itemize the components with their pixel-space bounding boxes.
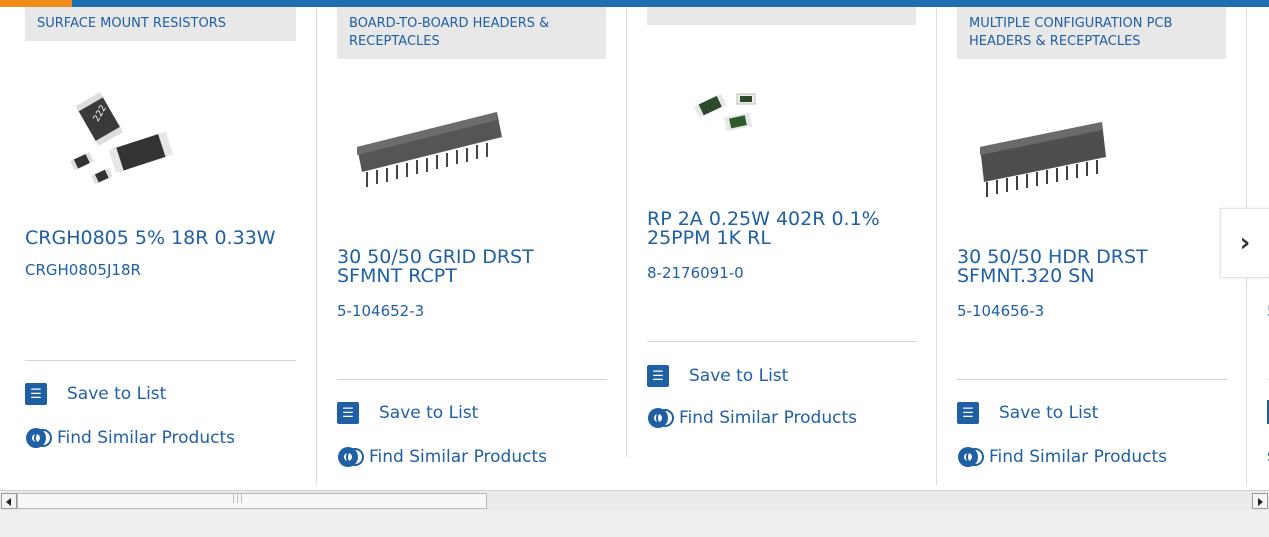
product-card: RP 2A 0.25W 402R 0.1% 25PPM 1K RL 8-2176… (626, 7, 937, 457)
product-card: BOARD-TO-BOARD HEADERS & RECEPTACLES 30 … (316, 7, 627, 485)
product-title[interactable]: CRGH0805 5% 18R 0.33W (25, 229, 290, 248)
find-similar-button[interactable]: Find Similar Products (337, 446, 547, 468)
similar-products-icon (648, 408, 674, 428)
product-card: SURFACE MOUNT RESISTORS 222 CRGH0805 5% … (25, 7, 296, 485)
product-image[interactable]: 222 (45, 77, 205, 187)
product-card: MULTIPLE CONFIGURATION PCB HEADERS & REC… (936, 7, 1247, 485)
divider (647, 341, 917, 342)
divider (957, 379, 1227, 380)
save-to-list-button[interactable]: ☰ Save to List (647, 365, 788, 387)
find-similar-button[interactable]: Find Similar Products (647, 407, 857, 429)
save-to-list-label: Save to List (67, 384, 167, 404)
save-to-list-button[interactable]: ☰ Save to List (337, 402, 478, 424)
product-part-number[interactable]: CRGH0805J18R (25, 261, 141, 279)
save-to-list-button[interactable]: ☰ Save to List (25, 383, 166, 405)
product-category[interactable]: BOARD-TO-BOARD HEADERS & RECEPTACLES (337, 7, 606, 59)
divider (337, 379, 607, 380)
checklist-icon: ☰ (337, 402, 359, 424)
chevron-right-icon: › (1239, 228, 1251, 258)
save-to-list-label: Save to List (999, 403, 1099, 423)
scroll-thumb-grip: ||| (232, 494, 245, 504)
product-image[interactable] (692, 87, 792, 147)
find-similar-label: Find Similar Products (369, 447, 547, 467)
horizontal-scrollbar[interactable]: ||| (0, 490, 1269, 511)
product-title[interactable]: 30 50/50 GRID DRST SFMNT RCPT (337, 248, 577, 286)
find-similar-button[interactable]: Find Similar Products (957, 446, 1167, 468)
product-category[interactable]: SURFACE MOUNT RESISTORS (25, 7, 296, 41)
product-category (647, 7, 916, 25)
save-to-list-label: Save to List (689, 366, 789, 386)
arrow-left-icon (6, 498, 11, 506)
find-similar-button[interactable]: Find Similar Products (25, 427, 235, 449)
scroll-right-button[interactable] (1252, 493, 1268, 509)
product-category[interactable]: MULTIPLE CONFIGURATION PCB HEADERS & REC… (957, 7, 1226, 59)
save-to-list-label: Save to List (379, 403, 479, 423)
status-area (0, 511, 1269, 537)
product-carousel: SURFACE MOUNT RESISTORS 222 CRGH0805 5% … (0, 7, 1269, 485)
find-similar-label: Find Similar Products (989, 447, 1167, 467)
find-similar-label: Find Similar Products (57, 428, 235, 448)
product-part-number[interactable]: 5-104656-3 (957, 302, 1044, 320)
product-part-number[interactable]: 5-104652-3 (337, 302, 424, 320)
scroll-thumb[interactable] (17, 493, 487, 509)
carousel-next-button[interactable]: › (1220, 208, 1269, 278)
top-color-bar (0, 0, 1269, 7)
product-title[interactable]: 30 50/50 HDR DRST SFMNT.320 SN (957, 248, 1197, 286)
save-to-list-button[interactable]: ☰ Save to List (957, 402, 1098, 424)
similar-products-icon (26, 428, 52, 448)
checklist-icon: ☰ (957, 402, 979, 424)
product-image[interactable] (347, 92, 507, 197)
find-similar-label: Find Similar Products (679, 408, 857, 428)
top-accent-bar (0, 0, 72, 7)
scroll-left-button[interactable] (1, 493, 17, 509)
similar-products-icon (958, 447, 984, 467)
checklist-icon: ☰ (647, 365, 669, 387)
divider (25, 360, 296, 361)
similar-products-icon (338, 447, 364, 467)
product-image[interactable] (972, 112, 1117, 207)
checklist-icon: ☰ (25, 383, 47, 405)
product-part-number[interactable]: 8-2176091-0 (647, 264, 744, 282)
arrow-right-icon (1258, 498, 1263, 506)
product-title[interactable]: RP 2A 0.25W 402R 0.1% 25PPM 1K RL (647, 210, 902, 248)
